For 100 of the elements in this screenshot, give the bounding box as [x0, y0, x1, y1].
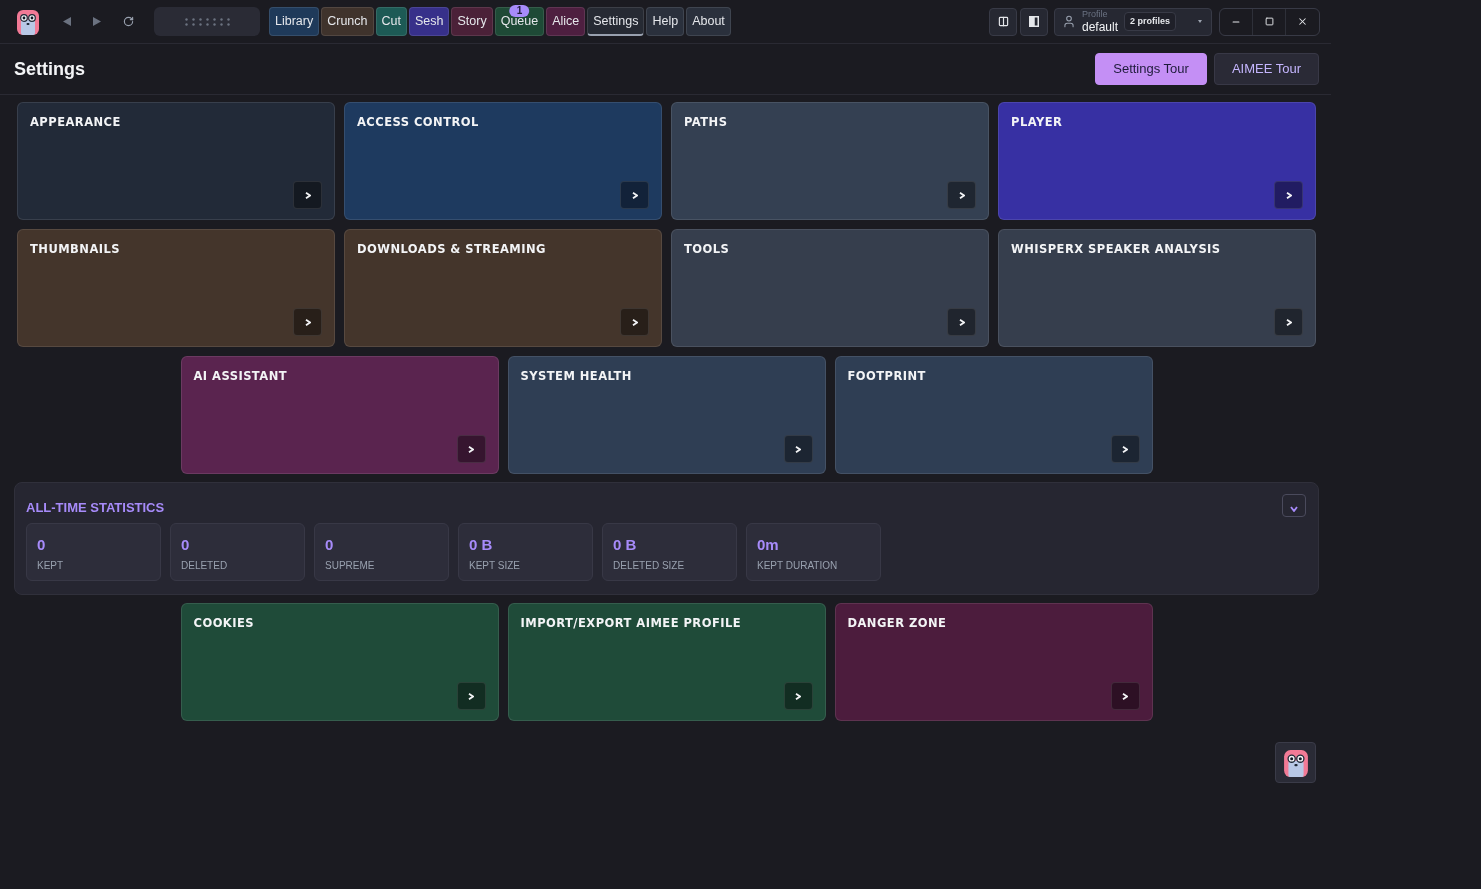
card-title: COOKIES	[193, 615, 255, 631]
open-button[interactable]	[1274, 181, 1303, 209]
settings-card[interactable]: AI ASSISTANT	[180, 356, 499, 474]
chevron-right-icon	[958, 191, 965, 199]
chevron-right-icon	[1285, 318, 1292, 326]
chevron-right-icon	[1122, 445, 1128, 453]
stat-label: KEPT DURATION	[757, 558, 838, 573]
card-title: DOWNLOADS & STREAMING	[357, 241, 546, 257]
settings-card[interactable]: DOWNLOADS & STREAMING	[344, 229, 662, 347]
nav-tab[interactable]: Story	[451, 7, 493, 36]
card-title: SYSTEM HEALTH	[520, 368, 632, 384]
open-button[interactable]	[293, 308, 322, 336]
card-title: WHISPERX SPEAKER ANALYSIS	[1011, 241, 1221, 257]
chevron-right-icon	[304, 191, 311, 199]
drag-handle[interactable]	[154, 7, 260, 36]
stat-value: 0	[37, 534, 46, 555]
chevron-right-icon	[468, 692, 474, 700]
collapse-button[interactable]	[1282, 494, 1306, 518]
card-title: THUMBNAILS	[30, 241, 121, 257]
card-title: ACCESS CONTROL	[357, 114, 479, 130]
assistant-button[interactable]	[1275, 742, 1316, 783]
settings-card[interactable]: APPEARANCE	[17, 102, 335, 220]
nav-tab[interactable]: Alice	[546, 7, 586, 36]
chevron-down-icon	[1290, 506, 1298, 513]
nav-tab[interactable]: Crunch	[321, 7, 374, 36]
nav-tab[interactable]: About	[686, 7, 731, 36]
maximize-icon	[1264, 17, 1274, 26]
settings-card[interactable]: THUMBNAILS	[17, 229, 335, 347]
open-button[interactable]	[783, 682, 813, 710]
profile-count: 2 profiles	[1124, 11, 1177, 32]
settings-card[interactable]: DANGER ZONE	[834, 603, 1153, 721]
nav-tab[interactable]: Help	[646, 7, 685, 36]
sidebar-toggle-button[interactable]	[1020, 7, 1048, 36]
open-button[interactable]	[783, 435, 813, 463]
card-title: AI ASSISTANT	[193, 368, 288, 384]
nav-tab[interactable]: Sesh	[408, 7, 450, 36]
tour-button[interactable]: AIMEE Tour	[1213, 53, 1319, 85]
chevron-right-icon	[631, 191, 638, 199]
profile-label: Profile	[1082, 10, 1108, 19]
back-icon[interactable]	[63, 17, 71, 26]
nav-tab[interactable]: Settings	[587, 7, 645, 36]
settings-card[interactable]: FOOTPRINT	[834, 356, 1153, 474]
open-button[interactable]	[620, 308, 649, 336]
profile-name: default	[1082, 21, 1119, 33]
user-icon	[1062, 14, 1076, 29]
chevron-right-icon	[468, 445, 474, 453]
open-button[interactable]	[947, 308, 976, 336]
open-button[interactable]	[620, 181, 649, 209]
count-badge: 1	[509, 5, 530, 17]
stat-label: KEPT SIZE	[469, 558, 520, 573]
forward-icon[interactable]	[93, 17, 101, 26]
settings-card[interactable]: IMPORT/EXPORT AIMEE PROFILE	[507, 603, 826, 721]
refresh-icon[interactable]	[123, 16, 134, 27]
columns-icon	[997, 16, 1009, 27]
settings-card[interactable]: PATHS	[671, 102, 989, 220]
open-button[interactable]	[1110, 682, 1140, 710]
chevron-right-icon	[1285, 191, 1292, 199]
card-title: DANGER ZONE	[847, 615, 947, 631]
chevron-right-icon	[795, 692, 801, 700]
page-title: Settings	[14, 57, 85, 81]
open-button[interactable]	[456, 682, 486, 710]
tour-button[interactable]: Settings Tour	[1095, 53, 1207, 85]
caret-down-icon	[1198, 20, 1202, 23]
panel-icon	[1029, 16, 1039, 27]
chevron-right-icon	[958, 318, 965, 326]
card-title: TOOLS	[684, 241, 730, 257]
settings-card[interactable]: WHISPERX SPEAKER ANALYSIS	[998, 229, 1316, 347]
chevron-right-icon	[795, 445, 801, 453]
chevron-right-icon	[304, 318, 311, 326]
panel-title: ALL-TIME STATISTICS	[26, 499, 165, 517]
open-button[interactable]	[293, 181, 322, 209]
settings-card[interactable]: SYSTEM HEALTH	[507, 356, 826, 474]
chevron-right-icon	[1122, 692, 1128, 700]
open-button[interactable]	[947, 181, 976, 209]
open-button[interactable]	[1274, 308, 1303, 336]
stat-label: KEPT	[37, 558, 64, 573]
stat-label: DELETED	[181, 558, 228, 573]
open-button[interactable]	[1110, 435, 1140, 463]
chevron-right-icon	[631, 318, 638, 326]
settings-card[interactable]: PLAYER	[998, 102, 1316, 220]
open-button[interactable]	[456, 435, 486, 463]
nav-tab[interactable]: Library	[269, 7, 320, 36]
grip-dots-icon	[184, 17, 230, 26]
card-title: APPEARANCE	[30, 114, 121, 130]
card-title: PATHS	[684, 114, 728, 130]
nav-tab[interactable]: Cut	[375, 7, 407, 36]
stat-value: 0 B	[613, 534, 637, 555]
split-view-button[interactable]	[989, 7, 1017, 36]
settings-card[interactable]: TOOLS	[671, 229, 989, 347]
nav-tab[interactable]: Queue 1	[494, 7, 545, 36]
stat-value: 0 B	[469, 534, 493, 555]
logo-icon	[16, 7, 40, 36]
card-title: IMPORT/EXPORT AIMEE PROFILE	[520, 615, 742, 631]
settings-card[interactable]: COOKIES	[180, 603, 499, 721]
stat-value: 0	[181, 534, 190, 555]
close-icon	[1297, 16, 1308, 27]
stat-value: 0	[325, 534, 334, 555]
stat-label: SUPREME	[325, 558, 375, 573]
settings-card[interactable]: ACCESS CONTROL	[344, 102, 662, 220]
card-title: PLAYER	[1011, 114, 1063, 130]
